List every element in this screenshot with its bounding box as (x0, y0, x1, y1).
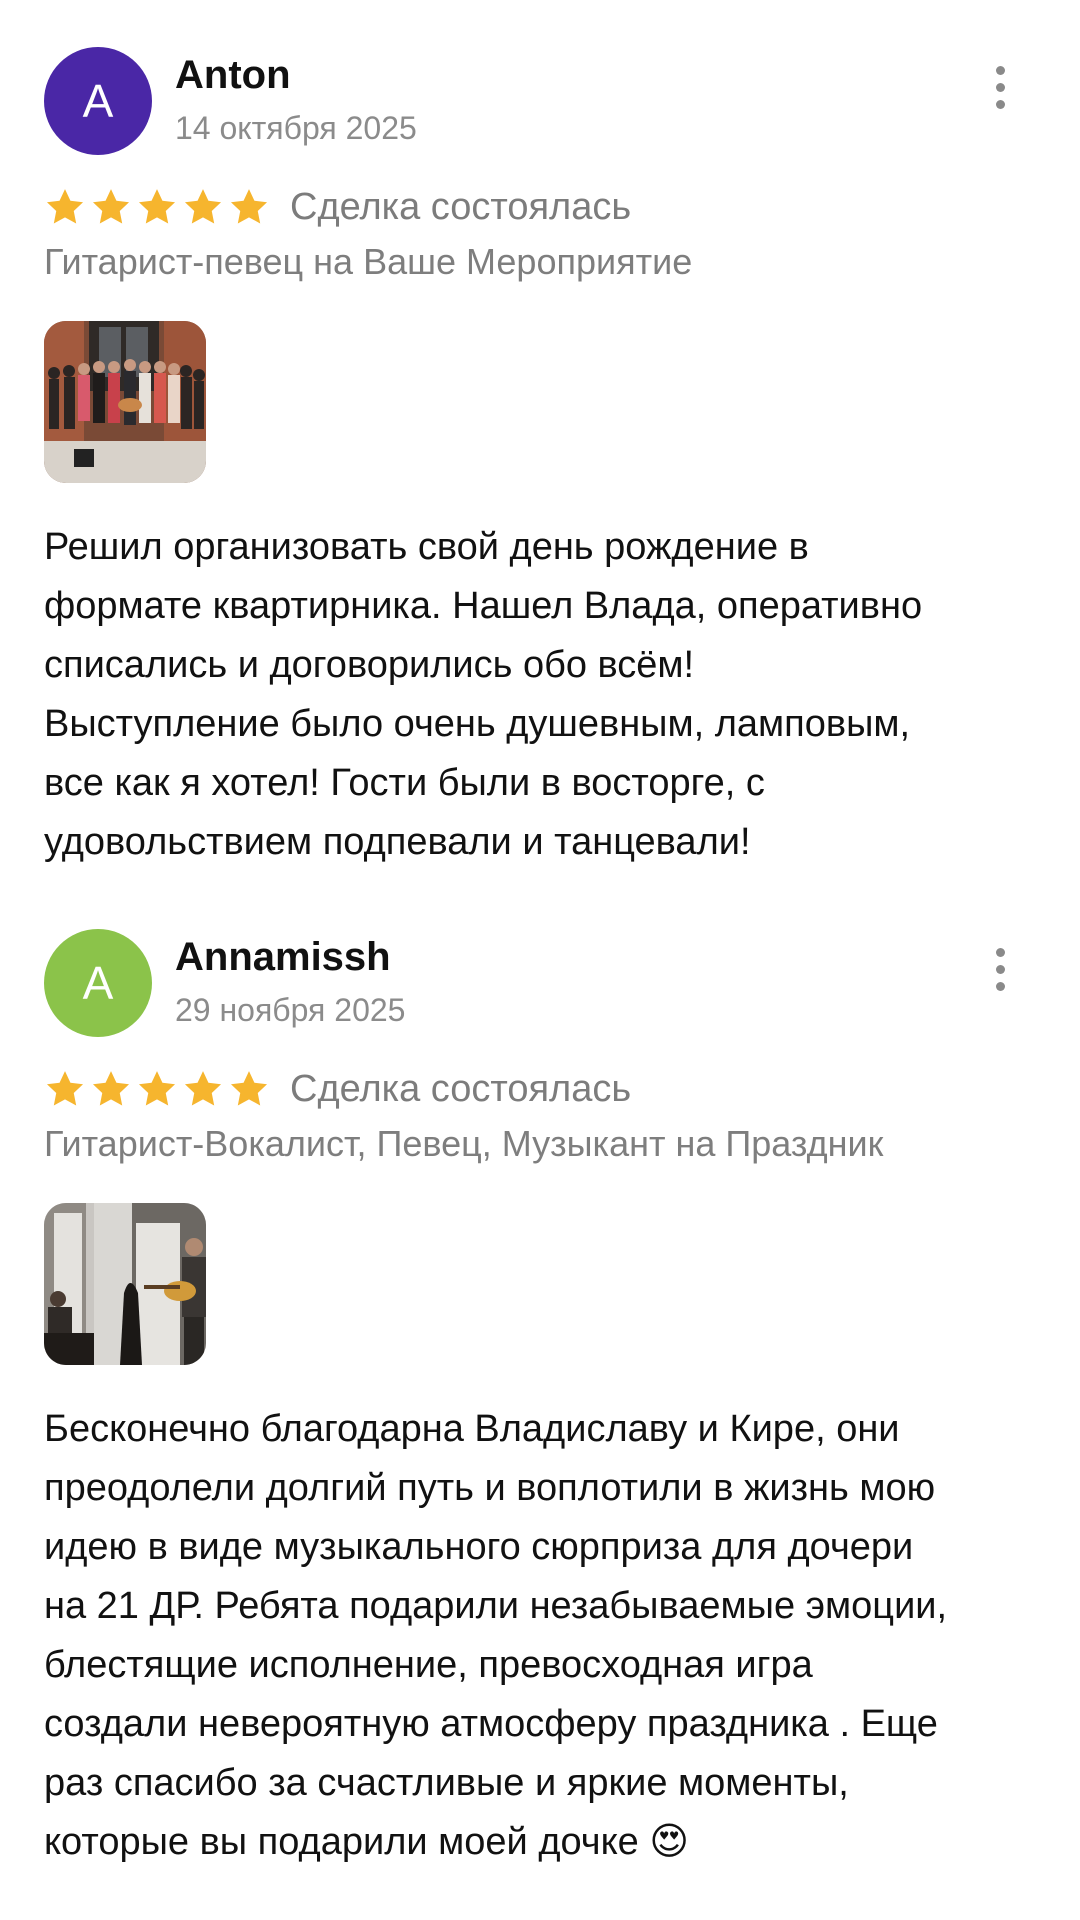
review-date: 29 ноября 2025 (175, 992, 406, 1028)
more-vertical-icon (995, 947, 1005, 991)
star-icon (46, 189, 84, 224)
star-icon (184, 1071, 222, 1106)
star-rating (44, 186, 270, 228)
star-icon (92, 189, 130, 224)
star-icon (46, 1071, 84, 1106)
star-icon (92, 1071, 130, 1106)
avatar[interactable]: A (44, 47, 152, 155)
review-text: Решил организовать свой день рождение в … (44, 526, 923, 863)
group-photo-icon (44, 321, 206, 483)
review-photo[interactable] (44, 1203, 206, 1365)
rating-row: Сделка состоялась (44, 182, 631, 232)
star-icon (230, 189, 268, 224)
author-name[interactable]: Anton (175, 52, 291, 98)
review-text: Бесконечно благодарна Владиславу и Кире,… (44, 1408, 948, 1863)
avatar[interactable]: A (44, 929, 152, 1037)
deal-status: Сделка состоялась (290, 186, 632, 228)
guitarist-photo-icon (44, 1203, 206, 1365)
star-icon (184, 189, 222, 224)
avatar-letter: A (82, 957, 114, 1009)
review-header: A Anton 14 октября 2025 (44, 47, 1036, 155)
service-title[interactable]: Гитарист-Вокалист, Певец, Музыкант на Пр… (44, 1122, 883, 1166)
review-header: A Annamissh 29 ноября 2025 (44, 929, 1036, 1037)
star-icon (138, 189, 176, 224)
star-icon (230, 1071, 268, 1106)
avatar-letter: A (82, 75, 114, 127)
rating-row: Сделка состоялась (44, 1064, 631, 1114)
star-icon (138, 1071, 176, 1106)
service-title[interactable]: Гитарист-певец на Ваше Мероприятие (44, 240, 692, 284)
author-name[interactable]: Annamissh (175, 934, 391, 980)
more-vertical-icon (995, 65, 1005, 109)
deal-status: Сделка состоялась (290, 1068, 632, 1110)
more-options-button[interactable] (964, 933, 1036, 1005)
more-options-button[interactable] (964, 51, 1036, 123)
review-photo[interactable] (44, 321, 206, 483)
review-date: 14 октября 2025 (175, 110, 417, 146)
star-rating (44, 1068, 270, 1110)
